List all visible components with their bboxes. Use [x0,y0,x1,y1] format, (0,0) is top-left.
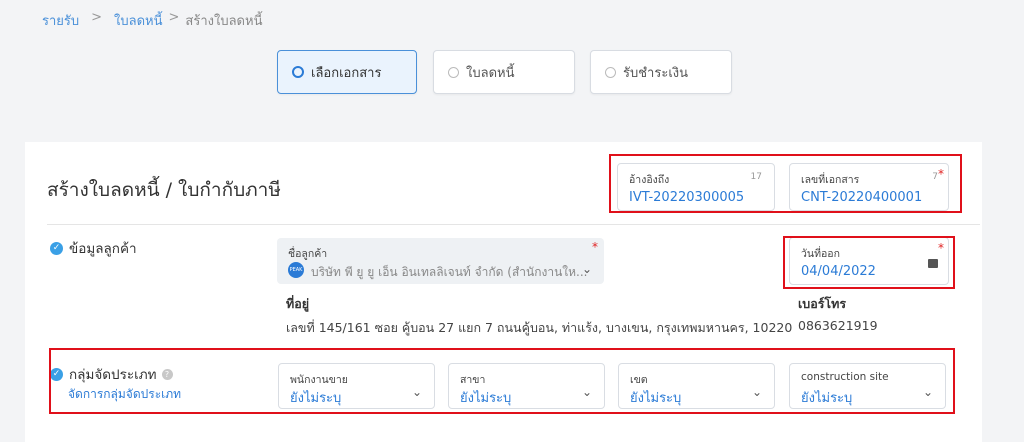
address-value: เลขที่ 145/161 ซอย คู้บอน 27 แยก 7 ถนนคู… [286,320,793,335]
breadcrumb-income-link[interactable]: รายรับ [42,10,79,31]
customer-section-heading: ✓ ข้อมูลลูกค้า [50,237,137,259]
breadcrumb-current: สร้างใบลดหนี้ [185,14,263,29]
page-title: สร้างใบลดหนี้ / ใบกำกับภาษี [47,179,281,201]
highlight-box-category-group [49,348,955,414]
breadcrumb-separator: > [168,10,180,25]
highlight-box-document-info [609,154,962,213]
divider [47,224,980,225]
radio-icon [605,66,616,78]
radio-icon [448,66,459,78]
step-label: รับชำระเงิน [623,65,688,81]
highlight-box-issue-date [783,236,955,289]
check-circle-icon: ✓ [50,241,63,255]
required-marker: * [592,240,598,254]
step-receive-payment[interactable]: รับชำระเงิน [590,50,732,94]
address-label: ที่อยู่ [286,296,310,311]
customer-section-label: ข้อมูลลูกค้า [69,241,137,257]
step-credit-note[interactable]: ใบลดหนี้ [433,50,575,94]
radio-icon [292,66,304,78]
customer-label: ชื่อลูกค้า [288,248,328,260]
breadcrumb-credit-note-link[interactable]: ใบลดหนี้ [114,10,162,31]
step-label: ใบลดหนี้ [466,65,515,81]
customer-select[interactable]: ชื่อลูกค้า * PEAK บริษัท พี ยู ยู เอ็น อ… [277,238,604,284]
step-label: เลือกเอกสาร [311,65,382,81]
breadcrumb-separator: > [91,10,103,25]
chevron-down-icon: ⌄ [581,262,592,276]
breadcrumb: รายรับ > ใบลดหนี้ > สร้างใบลดหนี้ [42,10,262,31]
customer-avatar: PEAK [288,262,304,278]
phone-value: 0863621919 [798,318,878,333]
step-select-document[interactable]: เลือกเอกสาร [277,50,417,94]
customer-value: บริษัท พี ยู ยู เอ็น อินเทลลิเจนท์ จำกัด… [311,265,588,279]
phone-label: เบอร์โทร [798,296,847,311]
